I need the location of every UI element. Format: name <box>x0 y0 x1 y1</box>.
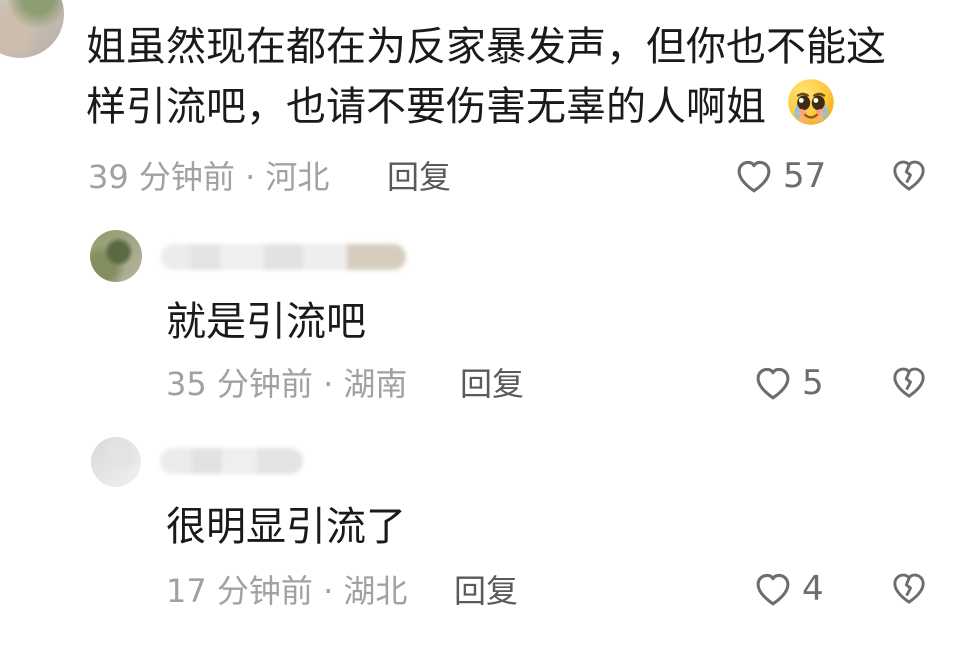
reply-2-like-control[interactable]: 4 <box>752 568 824 610</box>
main-comment-line-2: 样引流吧，也请不要伤害无辜的人啊姐 <box>86 76 906 136</box>
reply-1-text: 就是引流吧 <box>166 299 366 345</box>
pleading-face-icon <box>787 79 834 125</box>
reply-2-author-name[interactable] <box>160 448 303 474</box>
commenter-avatar[interactable] <box>0 0 64 58</box>
reply-2-avatar[interactable] <box>91 437 141 487</box>
heart-outline-icon <box>756 367 790 400</box>
reply-1-author-name[interactable] <box>161 244 406 270</box>
reply-1-reply-button[interactable]: 回复 <box>460 368 524 400</box>
main-comment-line-2-text: 样引流吧，也请不要伤害无辜的人啊姐 <box>86 84 766 130</box>
reply-1-dislike-button[interactable] <box>889 362 929 402</box>
reply-2-text: 很明显引流了 <box>166 504 406 550</box>
reply-1-like-count: 5 <box>802 363 824 403</box>
reply-2-reply-button[interactable]: 回复 <box>454 575 518 607</box>
main-comment-text: 姐虽然现在都在为反家暴发声，但你也不能这 样引流吧，也请不要伤害无辜的人啊姐 <box>86 18 906 136</box>
reply-1-like-control[interactable]: 5 <box>752 362 824 404</box>
heart-outline-icon <box>737 160 771 193</box>
reply-1-avatar[interactable] <box>90 230 142 282</box>
reply-2-dislike-button[interactable] <box>889 568 929 608</box>
main-like-control[interactable]: 57 <box>733 155 826 197</box>
heart-outline-icon <box>756 573 790 606</box>
reply-1-meta: 35 分钟前 · 湖南 <box>166 365 408 403</box>
main-dislike-button[interactable] <box>889 155 929 195</box>
main-reply-button[interactable]: 回复 <box>387 161 451 193</box>
main-comment-line-1: 姐虽然现在都在为反家暴发声，但你也不能这 <box>86 24 886 70</box>
reply-2-meta: 17 分钟前 · 湖北 <box>166 572 408 610</box>
main-like-count: 57 <box>783 156 827 196</box>
main-comment-meta: 39 分钟前 · 河北 <box>88 158 330 196</box>
reply-2-like-count: 4 <box>802 569 824 609</box>
